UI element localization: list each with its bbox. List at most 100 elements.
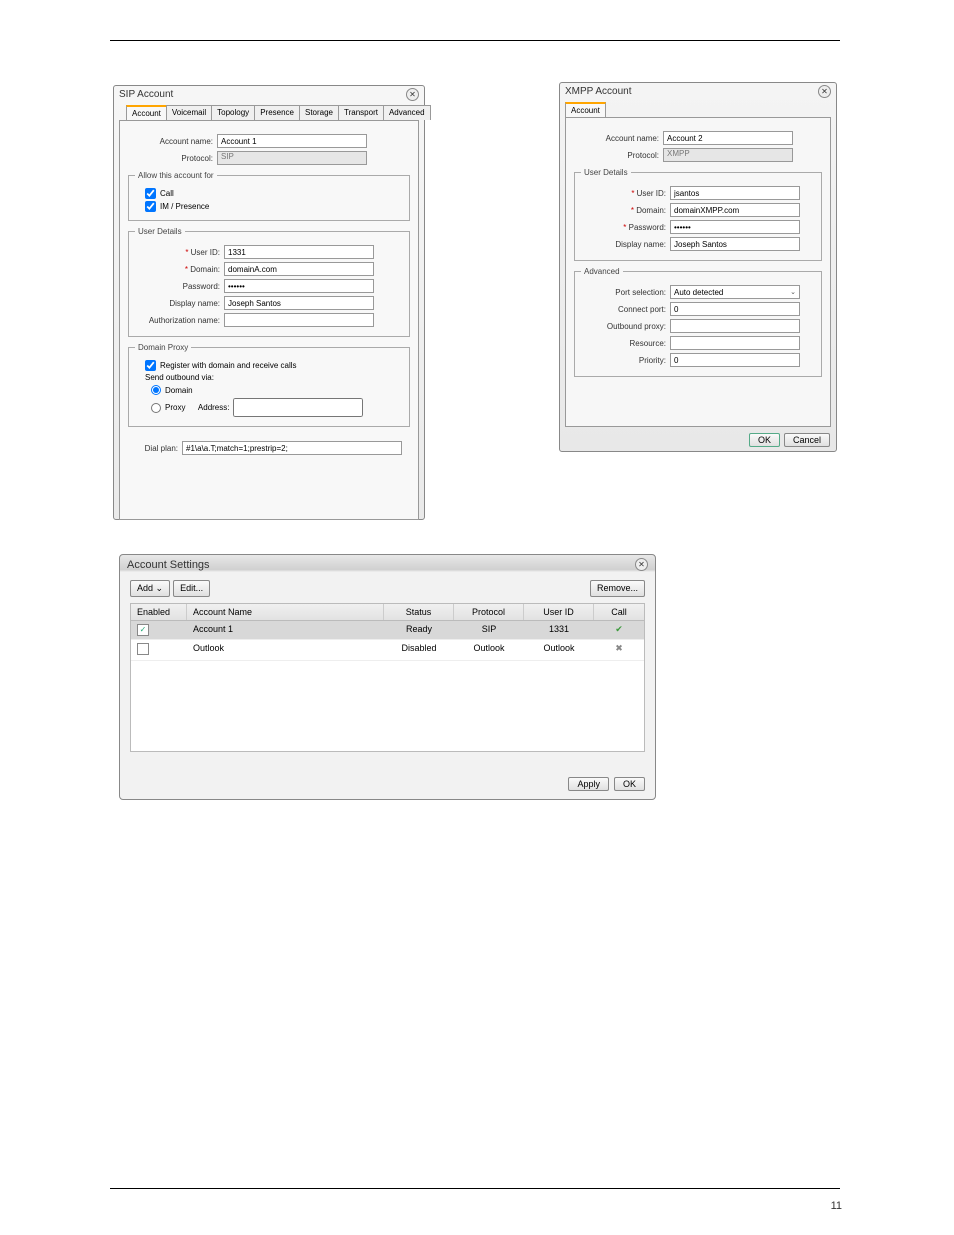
cell-status: Ready (384, 621, 454, 639)
grid-header: Enabled Account Name Status Protocol Use… (131, 604, 644, 621)
cell-protocol: SIP (454, 621, 524, 639)
account-name-label: Account name: (128, 137, 213, 146)
chevron-down-icon: ⌄ (790, 288, 796, 296)
domain-proxy-fieldset: Domain Proxy Register with domain and re… (128, 343, 410, 427)
close-icon[interactable]: ✕ (406, 88, 419, 101)
proxy-address-input[interactable] (233, 398, 363, 417)
checkmark-icon: ✔ (615, 624, 623, 634)
col-name[interactable]: Account Name (187, 604, 384, 620)
xmpp-title: XMPP Account (565, 86, 632, 97)
domain-option-label: Domain (165, 386, 193, 395)
col-enabled[interactable]: Enabled (131, 604, 187, 620)
tab-storage[interactable]: Storage (299, 105, 339, 120)
ok-button[interactable]: OK (749, 433, 780, 447)
tab-transport[interactable]: Transport (338, 105, 384, 120)
sip-tabs: Account Voicemail Topology Presence Stor… (126, 105, 419, 120)
xmpp-protocol-readonly: XMPP (663, 148, 793, 162)
xmpp-protocol-label: Protocol: (574, 151, 659, 160)
user-details-legend: User Details (135, 227, 185, 236)
edit-button[interactable]: Edit... (173, 580, 210, 597)
xmpp-titlebar: XMPP Account ✕ (560, 83, 836, 100)
account-settings-dialog: Account Settings ✕ Add ⌄ Edit... Remove.… (119, 554, 656, 800)
displayname-label: Display name: (135, 299, 220, 308)
allow-call-label: Call (160, 189, 174, 198)
settings-footer: Apply OK (568, 777, 645, 791)
xmpp-tab-account[interactable]: Account (565, 102, 606, 117)
xmpp-domain-input[interactable] (670, 203, 800, 217)
portsel-value: Auto detected (674, 288, 723, 297)
password-input[interactable] (224, 279, 374, 293)
xmpp-domain-label: Domain: (581, 206, 666, 215)
cancel-button[interactable]: Cancel (784, 433, 830, 447)
connectport-input[interactable] (670, 302, 800, 316)
tab-account[interactable]: Account (126, 105, 167, 120)
table-row[interactable]: ✓ Account 1 Ready SIP 1331 ✔ (131, 621, 644, 640)
proxy-radio[interactable] (151, 403, 161, 413)
disabled-icon: ✖ (615, 643, 623, 653)
sip-panel: Account name: Protocol: SIP Allow this a… (119, 120, 419, 520)
add-button[interactable]: Add ⌄ (130, 580, 170, 597)
col-status[interactable]: Status (384, 604, 454, 620)
cell-userid: 1331 (524, 621, 594, 639)
xmpp-password-label: Password: (581, 223, 666, 232)
account-name-input[interactable] (217, 134, 367, 148)
userid-input[interactable] (224, 245, 374, 259)
close-icon[interactable]: ✕ (818, 85, 831, 98)
tab-topology[interactable]: Topology (211, 105, 255, 120)
allow-im-checkbox[interactable] (145, 201, 156, 212)
cell-status: Disabled (384, 640, 454, 660)
close-icon[interactable]: ✕ (635, 558, 648, 571)
xmpp-account-name-label: Account name: (574, 134, 659, 143)
tab-voicemail[interactable]: Voicemail (166, 105, 212, 120)
resource-input[interactable] (670, 336, 800, 350)
cell-userid: Outlook (524, 640, 594, 660)
enabled-checkbox[interactable] (137, 643, 149, 655)
domain-proxy-legend: Domain Proxy (135, 343, 191, 352)
xmpp-displayname-input[interactable] (670, 237, 800, 251)
outbound-input[interactable] (670, 319, 800, 333)
allow-call-checkbox[interactable] (145, 188, 156, 199)
tab-advanced[interactable]: Advanced (383, 105, 431, 120)
allow-im-label: IM / Presence (160, 202, 209, 211)
xmpp-userid-input[interactable] (670, 186, 800, 200)
xmpp-button-row: OK Cancel (560, 433, 830, 447)
ok-button[interactable]: OK (614, 777, 645, 791)
domain-radio[interactable] (151, 385, 161, 395)
col-call[interactable]: Call (594, 604, 644, 620)
send-outbound-label: Send outbound via: (145, 373, 403, 382)
sip-title: SIP Account (119, 89, 173, 100)
dialplan-input[interactable] (182, 441, 402, 455)
domain-input[interactable] (224, 262, 374, 276)
remove-button[interactable]: Remove... (590, 580, 645, 597)
settings-titlebar: Account Settings ✕ (120, 555, 655, 574)
xmpp-userid-label: User ID: (581, 189, 666, 198)
footer-rule (110, 1188, 840, 1189)
xmpp-password-input[interactable] (670, 220, 800, 234)
register-checkbox[interactable] (145, 360, 156, 371)
xmpp-advanced-legend: Advanced (581, 267, 623, 276)
authname-input[interactable] (224, 313, 374, 327)
apply-button[interactable]: Apply (568, 777, 609, 791)
tab-presence[interactable]: Presence (254, 105, 300, 120)
header-rule (110, 40, 840, 41)
col-userid[interactable]: User ID (524, 604, 594, 620)
settings-toolbar: Add ⌄ Edit... Remove... (120, 574, 655, 603)
add-label: Add (137, 583, 156, 593)
authname-label: Authorization name: (135, 316, 220, 325)
userid-label: User ID: (135, 248, 220, 257)
dialplan-label: Dial plan: (128, 444, 178, 453)
protocol-label: Protocol: (128, 154, 213, 163)
priority-input[interactable] (670, 353, 800, 367)
portsel-dropdown[interactable]: Auto detected ⌄ (670, 285, 800, 299)
table-row[interactable]: Outlook Disabled Outlook Outlook ✖ (131, 640, 644, 661)
grid-empty (131, 661, 644, 751)
col-protocol[interactable]: Protocol (454, 604, 524, 620)
portsel-label: Port selection: (581, 288, 666, 297)
page-number: 11 (831, 1200, 842, 1212)
displayname-input[interactable] (224, 296, 374, 310)
register-label: Register with domain and receive calls (160, 361, 297, 370)
xmpp-account-name-input[interactable] (663, 131, 793, 145)
xmpp-user-legend: User Details (581, 168, 631, 177)
domain-label: Domain: (135, 265, 220, 274)
enabled-checkbox[interactable]: ✓ (137, 624, 149, 636)
